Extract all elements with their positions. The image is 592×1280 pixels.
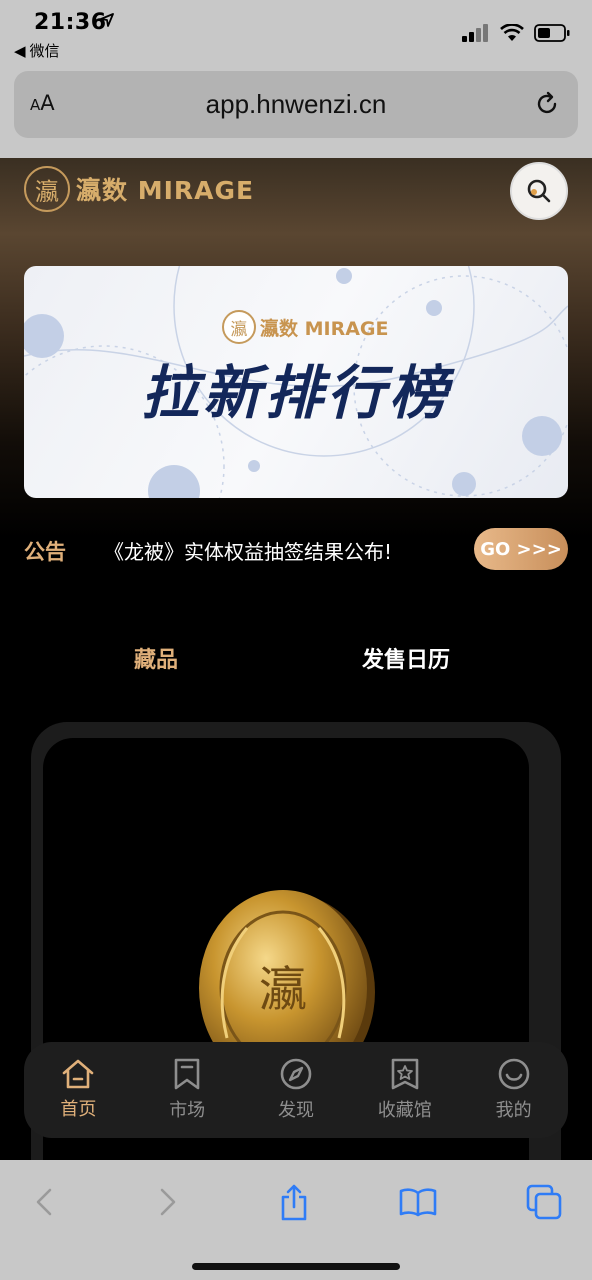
book-icon [399, 1188, 437, 1217]
nav-discover-label: 发现 [277, 1100, 314, 1121]
nav-discover[interactable]: 发现 [242, 1042, 351, 1138]
logo-text: 瀛数 MIRAGE [76, 176, 255, 205]
home-indicator [192, 1263, 400, 1270]
nav-market-label: 市场 [169, 1100, 206, 1121]
status-time: 21:36 [34, 10, 107, 35]
bottom-navigation: 首页 市场 发现 收藏馆 我的 [24, 1042, 568, 1138]
site-logo[interactable]: 瀛 瀛数 MIRAGE [24, 166, 254, 212]
compass-icon [280, 1058, 312, 1090]
nav-profile[interactable]: 我的 [459, 1042, 568, 1138]
status-indicators [462, 24, 570, 42]
banner-logo: 瀛 瀛数 MIRAGE [222, 310, 389, 344]
nav-home[interactable]: 首页 [24, 1042, 133, 1138]
search-icon [527, 179, 551, 203]
bookmark-icon [174, 1058, 200, 1090]
browser-forward-button[interactable] [146, 1180, 190, 1224]
nav-collection-hall-label: 收藏馆 [377, 1100, 432, 1121]
announcement-bar[interactable]: 公告 《龙被》实体权益抽签结果公布! GO >>> [0, 526, 592, 574]
banner-logo-seal-icon: 瀛 [222, 310, 256, 344]
back-triangle-icon: ◀ [14, 41, 26, 60]
content-tabs: 藏品 发售日历 [0, 638, 592, 678]
tab-release-calendar[interactable]: 发售日历 [362, 642, 450, 674]
cellular-signal-icon [462, 24, 488, 42]
wifi-icon [500, 24, 524, 41]
announcement-label: 公告 [24, 540, 66, 564]
go-button[interactable]: GO >>> [474, 528, 568, 570]
share-icon [281, 1184, 307, 1221]
nav-collection-hall[interactable]: 收藏馆 [350, 1042, 459, 1138]
star-badge-icon [391, 1058, 419, 1090]
battery-icon [534, 24, 570, 42]
logo-seal-icon: 瀛 [24, 166, 70, 212]
back-to-app-link[interactable]: ◀ 微信 [14, 40, 60, 61]
chevron-right-icon [160, 1188, 176, 1216]
nav-profile-label: 我的 [495, 1100, 532, 1121]
browser-back-button[interactable] [22, 1180, 66, 1224]
banner-title: 拉新排行榜 [140, 359, 451, 427]
announcement-text[interactable]: 《龙被》实体权益抽签结果公布! [104, 536, 392, 565]
web-page: 瀛 瀛数 MIRAGE 瀛 瀛数 MIRAGE 拉新排行榜 公告 《龙被》实体权… [0, 158, 592, 1160]
nav-home-label: 首页 [60, 1099, 97, 1120]
address-bar[interactable]: AA app.hnwenzi.cn [14, 71, 578, 138]
chevron-left-icon [36, 1188, 52, 1216]
tabs-icon [526, 1184, 562, 1220]
smile-icon [498, 1058, 529, 1090]
back-app-label: 微信 [29, 42, 60, 60]
banner-logo-text: 瀛数 MIRAGE [260, 317, 389, 340]
home-icon [63, 1059, 94, 1089]
safari-bottom-toolbar [0, 1160, 592, 1280]
tab-collections[interactable]: 藏品 [134, 642, 178, 674]
tabs-button[interactable] [522, 1180, 566, 1224]
reload-icon[interactable] [534, 91, 560, 117]
nav-market[interactable]: 市场 [133, 1042, 242, 1138]
status-bar: 21:36 ◀ 微信 [0, 0, 592, 66]
url-text[interactable]: app.hnwenzi.cn [14, 89, 578, 120]
search-button[interactable] [510, 162, 568, 220]
bookmarks-button[interactable] [396, 1180, 440, 1224]
location-arrow-icon [100, 13, 114, 27]
promo-banner[interactable]: 瀛 瀛数 MIRAGE 拉新排行榜 [24, 266, 568, 498]
svg-text:瀛: 瀛 [259, 962, 307, 1018]
browser-toolbar: AA app.hnwenzi.cn [0, 66, 592, 158]
share-button[interactable] [272, 1180, 316, 1224]
